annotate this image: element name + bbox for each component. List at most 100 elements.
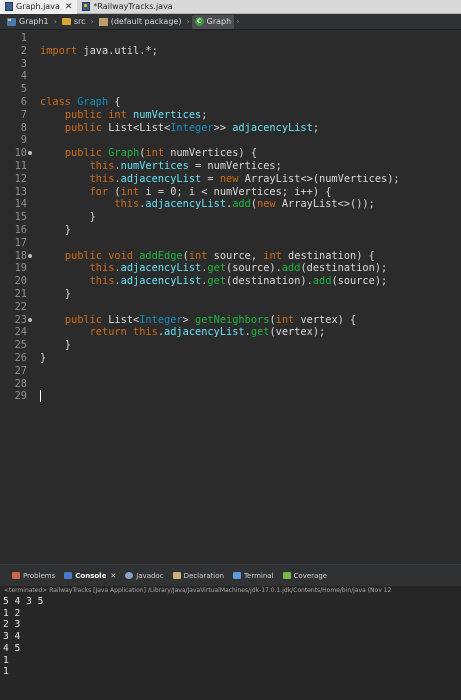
line-number: 22 <box>14 300 27 313</box>
close-icon[interactable]: ✕ <box>110 572 116 580</box>
line-number: 6 <box>20 96 27 108</box>
code-line: 24 return this.adjacencyList.get(vertex)… <box>0 326 461 339</box>
code-text: this.adjacencyList = new ArrayList<>(num… <box>40 173 400 186</box>
tab-javadoc[interactable]: Javadoc <box>125 571 164 580</box>
line-number: 13 <box>14 185 27 198</box>
code-token: add <box>281 262 301 275</box>
console-line: 4 5 <box>3 642 21 654</box>
console-panel: Problems Console ✕ Javadoc Declaration T… <box>0 564 461 700</box>
code-token: class <box>40 96 71 108</box>
line-number: 14 <box>14 198 27 211</box>
code-token: destination) { <box>281 249 375 262</box>
code-text: public Graph(int numVertices) { <box>40 147 257 160</box>
code-line: 13 for (int i = 0; i < numVertices; i++)… <box>0 186 461 199</box>
code-token: import <box>40 44 78 57</box>
code-token: getNeighbors <box>195 313 270 326</box>
line-number: 15 <box>14 211 27 224</box>
tab-terminal[interactable]: Terminal <box>232 572 274 580</box>
java-file-icon <box>82 2 91 11</box>
breadcrumb-package[interactable]: (default package) <box>96 15 185 29</box>
code-token: = numVertices; <box>188 160 282 172</box>
console-icon <box>64 572 73 579</box>
console-output[interactable]: 5 4 3 51 22 33 44 511 <box>0 596 461 678</box>
code-text: } <box>40 339 71 352</box>
code-token: >> <box>213 121 233 134</box>
code-line: 4 <box>0 70 461 83</box>
code-token: (source). <box>226 262 282 275</box>
breadcrumb-class[interactable]: C Graph <box>191 14 235 29</box>
line-number: 5 <box>20 83 27 96</box>
tab-problems[interactable]: Problems <box>12 572 55 580</box>
code-line: 18 public void addEdge(int source, int d… <box>0 250 461 263</box>
package-icon <box>98 17 108 26</box>
code-token: public <box>64 121 103 134</box>
code-line: 9 <box>0 134 461 147</box>
close-icon[interactable]: ✕ <box>65 2 73 12</box>
tab-railwaytracks-java[interactable]: *RailwayTracks.java <box>77 0 177 14</box>
line-number: 3 <box>20 57 27 70</box>
breadcrumb-label: Graph <box>206 17 232 26</box>
code-token: } <box>40 352 47 364</box>
fold-marker-icon[interactable] <box>28 317 32 322</box>
java-file-icon <box>5 2 13 11</box>
terminal-icon <box>232 572 241 579</box>
code-line: 23 public List<Integer> getNeighbors(int… <box>0 314 461 327</box>
code-line: 5 <box>0 83 461 96</box>
line-number: 20 <box>14 275 27 288</box>
tab-console[interactable]: Console ✕ <box>64 572 116 580</box>
code-token: numVertices) { <box>164 147 258 160</box>
tab-label: Javadoc <box>136 571 164 580</box>
code-token: adjacencyList <box>145 198 227 211</box>
console-line: 1 <box>3 654 9 666</box>
console-line: 1 <box>3 666 9 678</box>
code-line: 20 this.adjacencyList.get(destination).a… <box>0 275 461 288</box>
code-line: 29 <box>0 390 461 403</box>
console-line: 2 3 <box>3 619 21 631</box>
tab-declaration[interactable]: Declaration <box>172 572 224 580</box>
code-text: } <box>40 211 96 224</box>
line-number: 2 <box>20 44 27 57</box>
code-token: adjacencyList <box>120 262 202 275</box>
class-icon: C <box>194 17 204 26</box>
code-token: public <box>64 249 103 262</box>
line-number: 12 <box>14 172 27 185</box>
code-token: public <box>64 313 103 326</box>
code-token: get <box>250 326 270 339</box>
code-token: List<List< <box>102 121 171 134</box>
line-number: 16 <box>14 224 27 236</box>
code-token: new <box>257 198 276 211</box>
line-number: 24 <box>14 326 27 339</box>
code-editor[interactable]: 1 2 import java.util.*; 3 4 5 6 class Graph {7 … <box>0 30 461 564</box>
fold-marker-icon[interactable] <box>28 253 32 258</box>
code-text: public List<Integer> getNeighbors(int ve… <box>40 314 356 327</box>
breadcrumb-label: (default package) <box>110 17 182 26</box>
line-number: 28 <box>14 377 27 390</box>
code-line: 26} <box>0 352 461 365</box>
code-token: for <box>89 185 109 198</box>
line-number: 8 <box>20 121 27 134</box>
code-token: ( <box>108 185 121 198</box>
breadcrumb-src[interactable]: src <box>59 15 89 29</box>
chevron-right-icon: › <box>53 17 57 26</box>
code-token: add <box>232 198 251 211</box>
code-token: int <box>188 249 208 262</box>
code-line: 8 public List<List<Integer>> adjacencyLi… <box>0 122 461 135</box>
breadcrumb-project[interactable]: Graph1 <box>4 15 52 29</box>
code-token: this <box>89 275 115 288</box>
line-number: 1 <box>20 32 27 44</box>
code-token: adjacencyList <box>232 121 313 134</box>
console-status: <terminated> RailwayTracks [Java Applica… <box>4 587 392 594</box>
fold-marker-icon[interactable] <box>28 151 32 156</box>
code-line: 6 class Graph { <box>0 96 461 109</box>
tab-coverage[interactable]: Coverage <box>282 572 327 580</box>
tab-label: *RailwayTracks.java <box>93 2 173 11</box>
code-line: 19 this.adjacencyList.get(source).add(de… <box>0 262 461 275</box>
code-line: 1 <box>0 32 461 45</box>
code-token: adjacencyList <box>120 275 202 288</box>
tab-label: Console <box>75 571 107 580</box>
code-token: } <box>40 339 71 352</box>
tab-graph-java[interactable]: Graph.java ✕ <box>0 0 78 14</box>
